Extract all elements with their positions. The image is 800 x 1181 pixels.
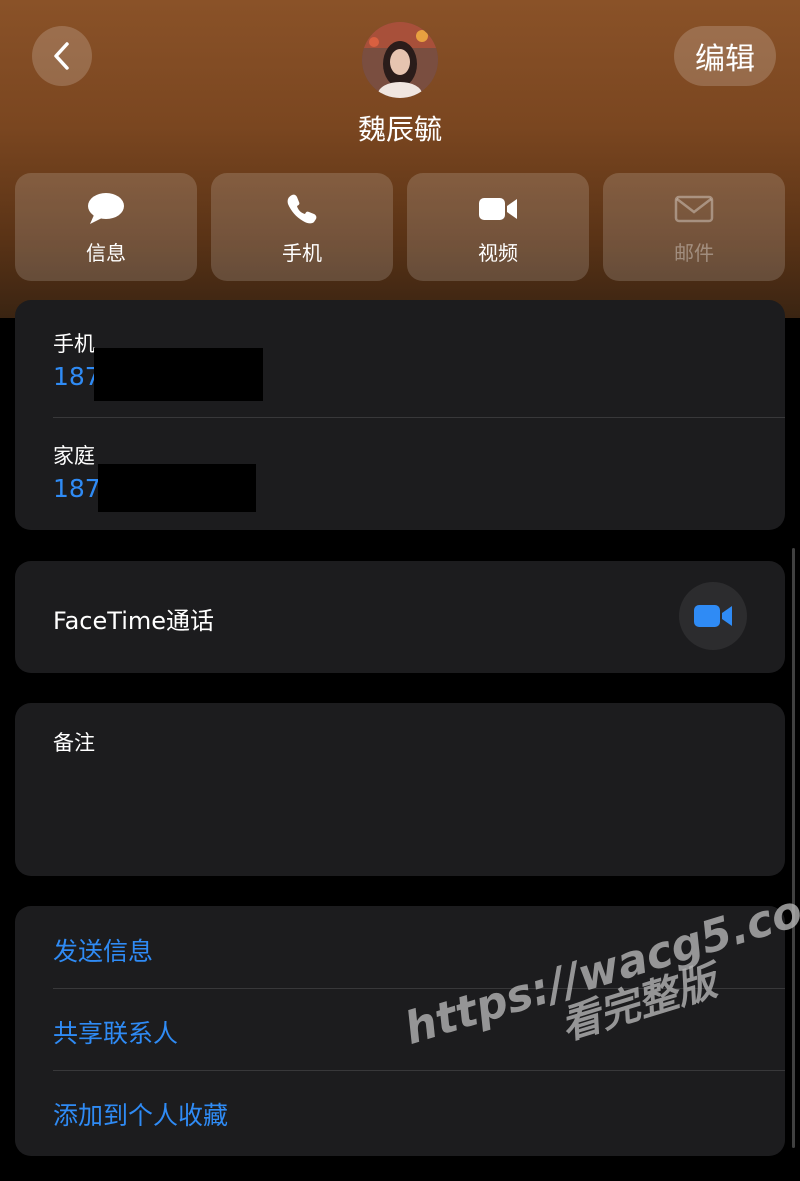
contact-name: 魏辰毓 <box>357 113 442 146</box>
facetime-video-button[interactable] <box>679 582 747 650</box>
message-action-button[interactable]: 信息 <box>15 173 197 281</box>
edit-button[interactable]: 编辑 <box>674 26 776 86</box>
phone-value-home[interactable]: 187 <box>53 474 101 503</box>
video-action-label: 视频 <box>478 240 518 265</box>
row-divider <box>53 417 785 418</box>
phone-label-home: 家庭 <box>53 444 95 468</box>
add-to-favorites-link[interactable]: 添加到个人收藏 <box>53 1096 228 1132</box>
redaction-box <box>98 464 256 512</box>
message-action-label: 信息 <box>86 240 126 265</box>
facetime-card[interactable]: FaceTime通话 <box>15 561 785 673</box>
message-icon <box>84 189 128 229</box>
phone-card: 手机 187 家庭 187 <box>15 300 785 530</box>
send-message-link[interactable]: 发送信息 <box>53 932 153 968</box>
video-action-button[interactable]: 视频 <box>407 173 589 281</box>
redaction-box <box>94 348 263 401</box>
notes-label: 备注 <box>53 731 95 755</box>
video-icon <box>476 189 520 229</box>
video-icon <box>694 605 732 627</box>
call-action-button[interactable]: 手机 <box>211 173 393 281</box>
mail-action-label: 邮件 <box>674 240 714 265</box>
notes-card[interactable]: 备注 <box>15 703 785 876</box>
share-contact-link[interactable]: 共享联系人 <box>53 1014 178 1050</box>
phone-label-mobile: 手机 <box>53 332 95 356</box>
quick-actions: 信息 手机 视频 邮件 <box>15 173 785 281</box>
contact-header: 编辑 魏辰毓 信息 手机 视频 邮件 <box>0 0 800 318</box>
call-action-label: 手机 <box>282 240 322 265</box>
back-button[interactable] <box>32 26 92 86</box>
scroll-indicator[interactable] <box>792 548 795 1148</box>
avatar-photo <box>362 22 438 98</box>
phone-icon <box>280 189 324 229</box>
contact-detail-screen: 编辑 魏辰毓 信息 手机 视频 邮件 手机 187 家庭 187 FaceTim… <box>0 0 800 1181</box>
mail-icon <box>672 189 716 229</box>
mail-action-button[interactable]: 邮件 <box>603 173 785 281</box>
chevron-left-icon <box>54 42 69 70</box>
avatar[interactable] <box>362 22 438 98</box>
facetime-label: FaceTime通话 <box>53 607 215 635</box>
